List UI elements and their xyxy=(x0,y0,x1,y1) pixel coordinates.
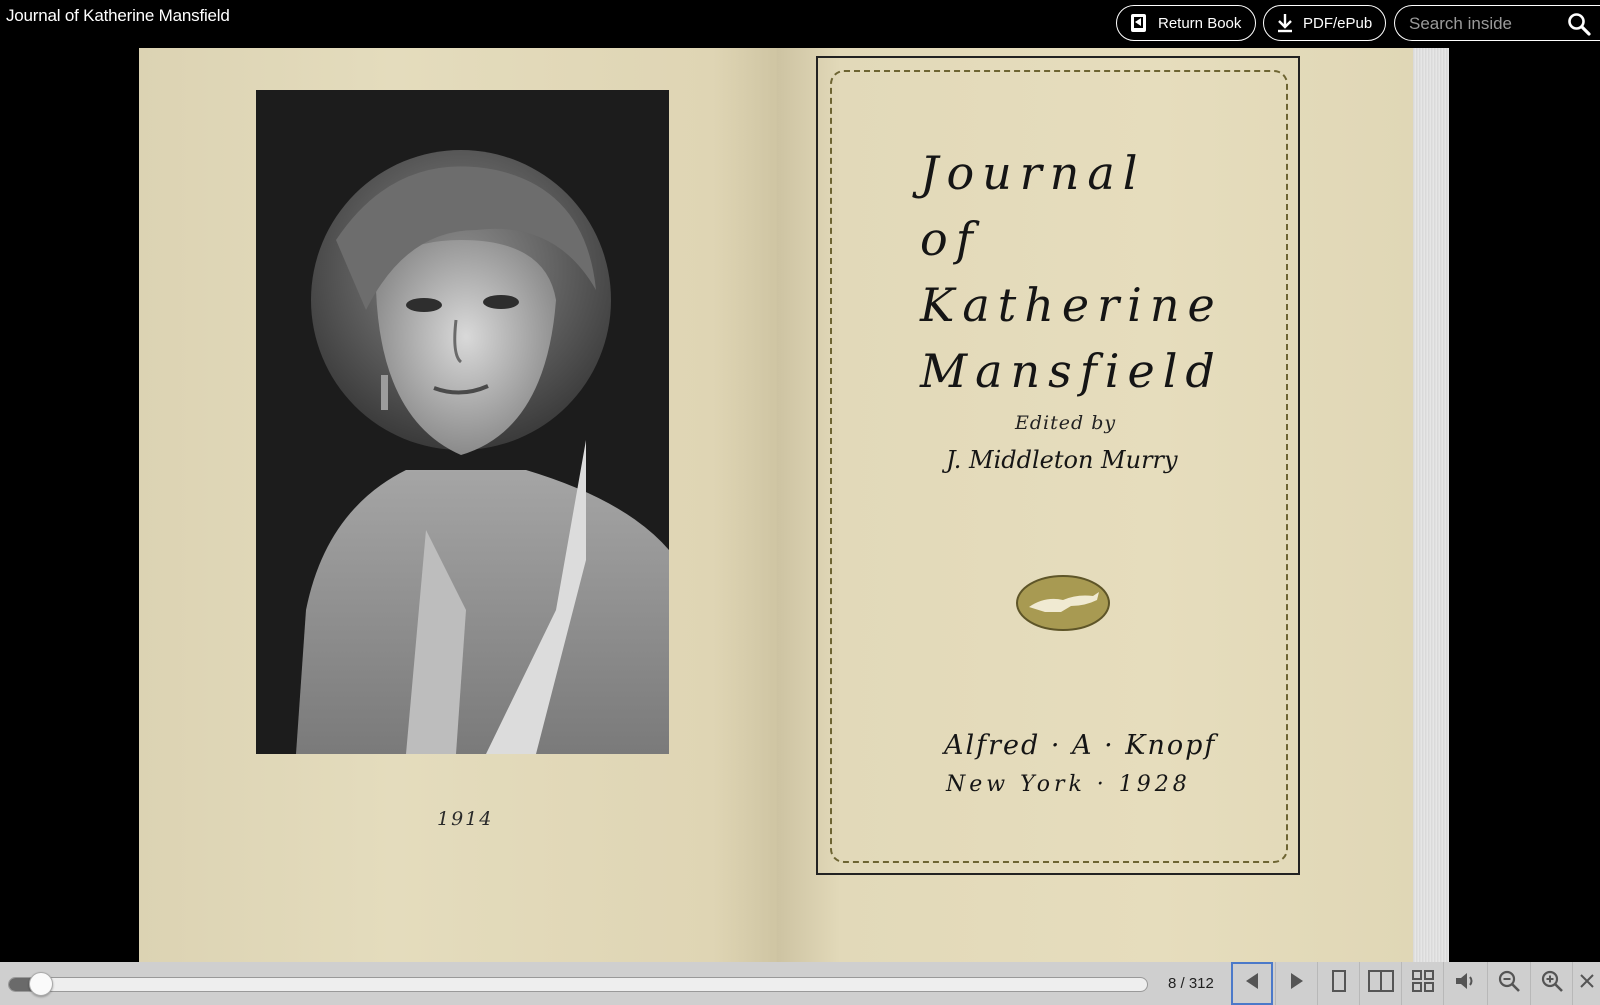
pdf-epub-button[interactable]: PDF/ePub xyxy=(1263,5,1386,41)
search-box xyxy=(1394,5,1600,41)
page-slider-track[interactable] xyxy=(8,977,1148,992)
close-fullscreen-button[interactable] xyxy=(1572,962,1600,1005)
download-icon xyxy=(1276,13,1294,33)
book-title: Journal of Katherine Mansfield xyxy=(6,6,230,25)
one-page-view-button[interactable] xyxy=(1317,962,1359,1005)
previous-page-button[interactable] xyxy=(1231,962,1273,1005)
publisher-logo-icon xyxy=(1015,574,1111,637)
edited-by-label: Edited by xyxy=(1015,412,1117,434)
author-portrait xyxy=(256,90,669,754)
close-icon xyxy=(1578,972,1596,995)
thumbnail-grid-icon xyxy=(1411,969,1435,998)
one-page-icon xyxy=(1331,969,1347,998)
book-return-icon xyxy=(1129,13,1149,33)
publication-place-year: New York · 1928 xyxy=(946,772,1191,797)
search-input[interactable] xyxy=(1407,12,1561,36)
prev-icon xyxy=(1243,971,1261,996)
two-page-view-button[interactable] xyxy=(1359,962,1401,1005)
search-icon[interactable] xyxy=(1567,12,1591,41)
zoom-out-icon xyxy=(1497,969,1521,998)
read-aloud-button[interactable] xyxy=(1443,962,1485,1005)
bottom-toolbar: 8 / 312 xyxy=(0,962,1600,1005)
zoom-in-button[interactable] xyxy=(1530,962,1572,1005)
next-icon xyxy=(1288,971,1306,996)
top-bar: Journal of Katherine Mansfield Return Bo… xyxy=(0,0,1600,47)
pdf-epub-label: PDF/ePub xyxy=(1303,14,1373,32)
zoom-out-button[interactable] xyxy=(1487,962,1529,1005)
next-page-button[interactable] xyxy=(1275,962,1317,1005)
portrait-caption: 1914 xyxy=(437,808,494,830)
page-slider-thumb[interactable] xyxy=(29,972,54,996)
two-page-icon xyxy=(1367,969,1395,998)
read-aloud-icon xyxy=(1453,969,1477,998)
page-indicator: 8 / 312 xyxy=(1168,975,1214,992)
return-book-button[interactable]: Return Book xyxy=(1116,5,1256,41)
page-edge-stack xyxy=(1413,48,1449,962)
zoom-in-icon xyxy=(1540,969,1564,998)
publisher-name: Alfred · A · Knopf xyxy=(944,730,1217,761)
thumbnail-view-button[interactable] xyxy=(1401,962,1443,1005)
return-book-label: Return Book xyxy=(1158,14,1242,32)
title-page-title: Journal of Katherine Mansfield xyxy=(920,146,1223,398)
editor-name: J. Middleton Murry xyxy=(946,446,1178,474)
